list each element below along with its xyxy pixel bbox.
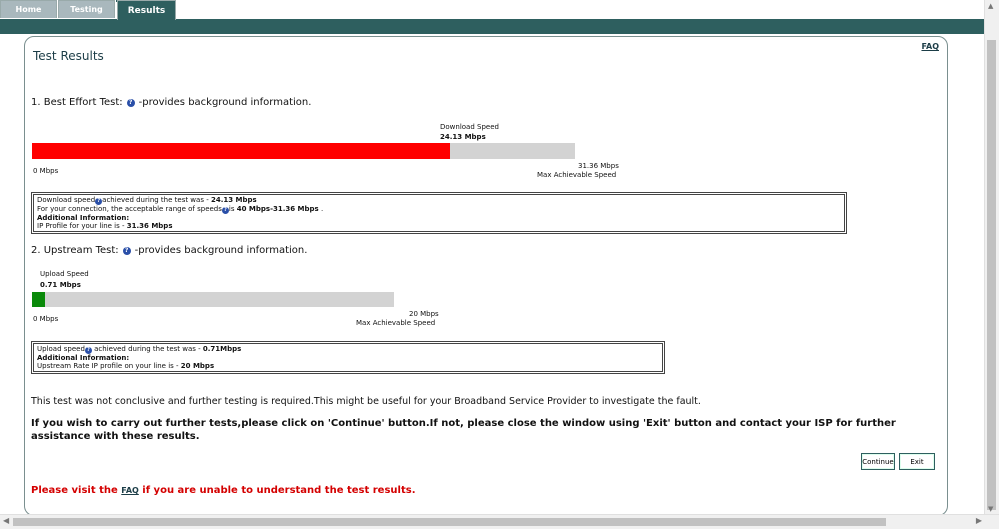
download-info-line2: For your connection, the acceptable rang… bbox=[37, 205, 324, 214]
download-speed-value: 24.13 Mbps bbox=[440, 133, 486, 141]
help-icon[interactable]: ? bbox=[122, 246, 131, 255]
upload-max-label: Max Achievable Speed bbox=[356, 319, 436, 327]
header-band bbox=[0, 19, 985, 34]
download-max-label: Max Achievable Speed bbox=[537, 171, 617, 179]
upload-speed-value: 0.71 Mbps bbox=[40, 281, 81, 289]
exit-button[interactable]: Exit bbox=[899, 453, 935, 470]
tab-home[interactable]: Home bbox=[0, 0, 57, 18]
tab-results[interactable]: Results bbox=[117, 0, 176, 20]
download-max-value: 31.36 Mbps bbox=[578, 162, 619, 170]
scroll-left-arrow-icon[interactable]: ◀ bbox=[3, 516, 9, 525]
upload-heading-label: 2. Upstream Test: bbox=[31, 245, 119, 256]
inconclusive-message: This test was not conclusive and further… bbox=[31, 396, 701, 407]
upload-speed-bar bbox=[32, 292, 394, 307]
vertical-scrollbar[interactable]: ▲ ▼ bbox=[984, 0, 999, 515]
download-speed-label: Download Speed bbox=[440, 123, 499, 131]
help-icon[interactable]: ? bbox=[126, 98, 135, 107]
download-heading-label: 1. Best Effort Test: bbox=[31, 97, 123, 108]
upload-max-value: 20 Mbps bbox=[409, 310, 439, 318]
top-navigation: Home Testing Results bbox=[0, 0, 985, 34]
download-speed-bar bbox=[32, 143, 575, 159]
results-panel: Test Results FAQ 1. Best Effort Test: ? … bbox=[24, 36, 948, 516]
help-icon[interactable]: ? bbox=[221, 207, 229, 214]
upload-speed-fill bbox=[32, 292, 45, 307]
download-info-box: Download speed? achieved during the test … bbox=[31, 192, 847, 234]
tab-testing[interactable]: Testing bbox=[58, 0, 115, 18]
download-info-line1: Download speed? achieved during the test … bbox=[37, 196, 257, 205]
faq-link-top[interactable]: FAQ bbox=[921, 42, 939, 51]
footer-note: Please visit the FAQ if you are unable t… bbox=[31, 485, 416, 496]
upload-info-box: Upload speed? achieved during the test w… bbox=[31, 341, 665, 374]
download-heading-suffix: -provides background information. bbox=[138, 97, 312, 108]
upload-info-line3: Upstream Rate IP profile on your line is… bbox=[37, 362, 215, 370]
upload-speed-label: Upload Speed bbox=[40, 270, 89, 278]
horizontal-scrollbar[interactable]: ◀ ▶ bbox=[0, 514, 999, 529]
download-section-heading: 1. Best Effort Test: ? -provides backgro… bbox=[31, 97, 311, 108]
download-info-line3: Additional Information: bbox=[37, 214, 130, 222]
help-icon[interactable]: ? bbox=[84, 347, 92, 354]
continue-button[interactable]: Continue bbox=[861, 453, 895, 470]
download-speed-fill bbox=[32, 143, 450, 159]
scroll-right-arrow-icon[interactable]: ▶ bbox=[976, 516, 982, 525]
download-info-line4: IP Profile for your line is - 31.36 Mbps bbox=[37, 222, 173, 230]
faq-link-footer[interactable]: FAQ bbox=[121, 486, 139, 495]
upload-info-line1: Upload speed? achieved during the test w… bbox=[37, 345, 242, 354]
tab-bar: Home Testing Results bbox=[0, 0, 176, 20]
upload-min-label: 0 Mbps bbox=[33, 315, 59, 323]
scroll-down-arrow-icon[interactable]: ▼ bbox=[988, 505, 993, 513]
upload-info-line2: Additional Information: bbox=[37, 354, 130, 362]
instructions-message: If you wish to carry out further tests,p… bbox=[31, 418, 896, 442]
vertical-scroll-thumb[interactable] bbox=[987, 40, 996, 510]
download-min-label: 0 Mbps bbox=[33, 167, 59, 175]
upload-heading-suffix: -provides background information. bbox=[134, 245, 308, 256]
upload-section-heading: 2. Upstream Test: ? -provides background… bbox=[31, 245, 307, 256]
page-title: Test Results bbox=[33, 49, 104, 63]
scroll-up-arrow-icon[interactable]: ▲ bbox=[988, 2, 993, 10]
horizontal-scroll-thumb[interactable] bbox=[13, 518, 886, 526]
